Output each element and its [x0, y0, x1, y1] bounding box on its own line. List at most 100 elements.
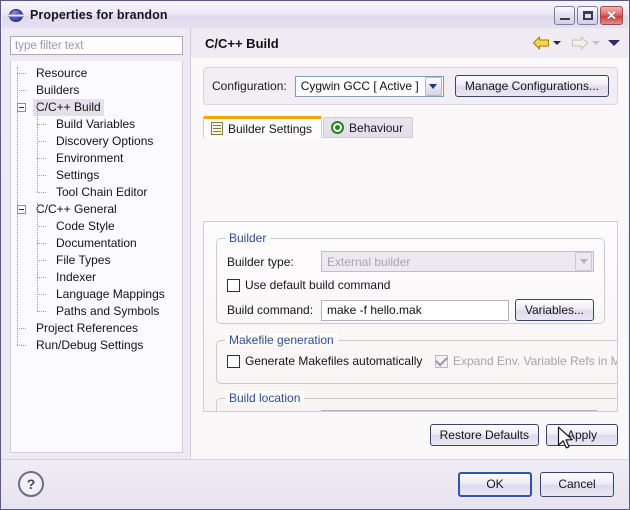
- sidebar-item-label: Code Style: [56, 219, 115, 233]
- list-icon: [211, 122, 223, 135]
- dialog-footer: ? OK Cancel: [2, 459, 628, 508]
- settings-tree[interactable]: Resource Builders C/C++ Build Build Variabl…: [10, 60, 183, 453]
- builder-type-label: Builder type:: [227, 254, 294, 269]
- dialog-body: ResourceBuildersC/C++ BuildBuild Variabl…: [2, 28, 628, 460]
- tree-connector: [17, 345, 26, 347]
- sidebar-item-label: Discovery Options: [56, 134, 154, 148]
- build-command-variables-button[interactable]: Variables...: [514, 299, 594, 321]
- sidebar-item-resource[interactable]: Resource: [11, 65, 182, 82]
- expand-env-refs-row: Expand Env. Variable Refs in Ma: [435, 353, 618, 368]
- minimize-button[interactable]: [554, 5, 575, 25]
- target-icon: [331, 121, 345, 134]
- eclipse-sphere-icon: [8, 7, 24, 23]
- sidebar-item-label: Tool Chain Editor: [56, 185, 148, 199]
- page-content: Configuration: Cygwin GCC [ Active ] Man…: [191, 58, 628, 460]
- configuration-select[interactable]: Cygwin GCC [ Active ]: [294, 75, 444, 97]
- back-arrow-icon: [533, 36, 549, 50]
- view-menu-chevron-down-icon[interactable]: [608, 40, 620, 46]
- build-command-row: Build command: make -f hello.mak Variabl…: [227, 299, 594, 321]
- maximize-icon: [583, 10, 593, 20]
- build-directory-row: Build directory: ${workspace_loc:/brando…: [227, 410, 597, 411]
- use-default-build-command-label: Use default build command: [245, 278, 391, 292]
- sidebar-item-label: Run/Debug Settings: [36, 338, 144, 352]
- sidebar-item-label: Indexer: [56, 270, 97, 284]
- sidebar-item-run-debug-settings[interactable]: Run/Debug Settings: [11, 337, 182, 354]
- tab-builder-settings[interactable]: Builder Settings: [203, 116, 323, 138]
- build-directory-input[interactable]: ${workspace_loc:/brandon}: [321, 410, 597, 411]
- title-bar: Properties for brandon ✕: [2, 2, 628, 29]
- build-location-group-title: Build location: [225, 391, 305, 405]
- sidebar-item-label: C/C++ General: [36, 202, 117, 216]
- build-command-input[interactable]: make -f hello.mak: [321, 299, 509, 321]
- configuration-value: Cygwin GCC [ Active ]: [300, 79, 419, 93]
- builder-group: Builder Builder type: External builder U…: [216, 231, 605, 324]
- sidebar-item-project-references[interactable]: Project References: [11, 320, 182, 337]
- maximize-button[interactable]: [577, 5, 598, 25]
- manage-configurations-button[interactable]: Manage Configurations...: [454, 75, 609, 97]
- cancel-button[interactable]: Cancel: [540, 471, 614, 497]
- settings-tabs: Builder Settings Behaviour: [203, 115, 628, 138]
- tree-connector: [37, 311, 46, 313]
- sidebar-item-label: Environment: [56, 151, 124, 165]
- ok-button[interactable]: OK: [458, 471, 532, 497]
- window-title: Properties for brandon: [30, 8, 168, 22]
- builder-group-title: Builder: [225, 231, 271, 245]
- expand-env-refs-label: Expand Env. Variable Refs in Ma: [453, 354, 618, 368]
- close-button[interactable]: ✕: [600, 5, 623, 25]
- settings-page: C/C++ Build Configuration: Cygwin GCC […: [190, 28, 628, 460]
- search-input[interactable]: [11, 39, 182, 52]
- sidebar-item-builders[interactable]: Builders: [11, 82, 182, 99]
- properties-dialog: Properties for brandon ✕ Resource Builder…: [0, 0, 630, 510]
- builder-type-select: External builder: [321, 251, 594, 272]
- back-button[interactable]: [532, 36, 561, 50]
- sidebar-item-label: Resource: [36, 66, 88, 80]
- window-controls: ✕: [554, 5, 623, 25]
- filter-box[interactable]: [10, 36, 183, 55]
- use-default-build-command-checkbox[interactable]: [227, 278, 240, 292]
- chevron-down-icon[interactable]: [553, 41, 561, 45]
- minimize-icon: [560, 17, 570, 20]
- chevron-down-icon-disabled: [575, 252, 592, 271]
- chevron-down-icon-disabled: [592, 41, 600, 45]
- sidebar-item-label: Language Mappings: [56, 287, 165, 301]
- sidebar-item-label: Project References: [36, 321, 139, 335]
- page-actions: Restore Defaults Apply: [429, 424, 618, 446]
- settings-sidebar: Resource Builders C/C++ BuildBuild Variabl…: [2, 28, 190, 460]
- apply-button[interactable]: Apply: [546, 424, 618, 446]
- sidebar-item-label: Builders: [36, 83, 80, 97]
- forward-arrow-icon: [572, 36, 588, 50]
- builder-type-row: Builder type: External builder: [227, 251, 594, 272]
- configuration-label: Configuration:: [212, 79, 287, 93]
- expand-env-refs-checkbox: [435, 353, 448, 368]
- sidebar-item-label: File Types: [56, 253, 111, 267]
- makefile-generation-group-title: Makefile generation: [225, 333, 338, 347]
- page-navigation: [532, 36, 628, 50]
- generate-makefiles-checkbox[interactable]: [227, 354, 240, 368]
- makefile-generation-group: Makefile generation Generate Makefiles a…: [216, 333, 618, 384]
- tree-guide-line: [17, 67, 19, 345]
- restore-defaults-button[interactable]: Restore Defaults: [429, 424, 539, 446]
- tab-behaviour[interactable]: Behaviour: [323, 117, 414, 138]
- sidebar-item-label: C/C++ Build: [33, 99, 104, 116]
- close-icon: ✕: [606, 7, 617, 23]
- page-title: C/C++ Build: [205, 35, 279, 51]
- tab-label: Behaviour: [349, 120, 404, 135]
- configuration-row: Configuration: Cygwin GCC [ Active ] Man…: [203, 67, 618, 105]
- builder-type-value: External builder: [327, 254, 411, 269]
- chevron-down-icon[interactable]: [424, 76, 442, 96]
- help-icon[interactable]: ?: [18, 471, 44, 497]
- page-header: C/C++ Build: [191, 28, 628, 58]
- tree-guide-line: [37, 203, 39, 311]
- builder-settings-panel: Builder Builder type: External builder U…: [203, 221, 618, 412]
- sidebar-item-label: Build Variables: [56, 117, 136, 131]
- tree-guide-line: [37, 101, 39, 192]
- generate-makefiles-label: Generate Makefiles automatically: [245, 354, 423, 368]
- tree-connector: [37, 192, 46, 194]
- sidebar-item-label: Paths and Symbols: [56, 304, 160, 318]
- generate-makefiles-row[interactable]: Generate Makefiles automatically: [227, 354, 422, 368]
- dialog-buttons: OK Cancel: [458, 471, 614, 497]
- forward-button: [571, 36, 600, 50]
- sidebar-item-label: Documentation: [56, 236, 137, 250]
- use-default-build-command-row[interactable]: Use default build command: [227, 278, 390, 292]
- build-command-label: Build command:: [227, 303, 314, 317]
